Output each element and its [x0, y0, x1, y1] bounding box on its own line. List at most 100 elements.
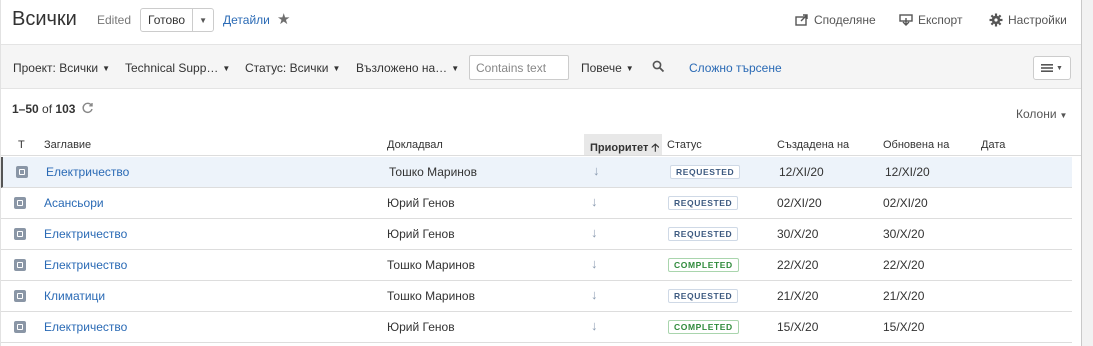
updated-cell: 21/X/20 [883, 289, 925, 303]
priority-low-arrow-icon: ↓ [591, 287, 598, 302]
table-header: T Заглавие Докладвал Приоритет 🡡 Статус … [1, 134, 1081, 158]
issue-type-icon [14, 228, 26, 240]
table-row[interactable]: Електричество Тошко Маринов ↓ REQUESTED … [1, 157, 1072, 188]
col-type[interactable]: T [18, 139, 25, 151]
issue-type-icon [14, 290, 26, 302]
reporter-cell: Юрий Генов [387, 227, 455, 241]
col-priority-label: Приоритет [590, 142, 649, 154]
created-cell: 12/XI/20 [779, 165, 824, 179]
status-badge: REQUESTED [668, 289, 739, 303]
results-range: 1–50 [12, 102, 39, 116]
more-filters-label: Повече [581, 61, 622, 75]
issue-type-icon [14, 197, 26, 209]
updated-cell: 12/XI/20 [885, 165, 930, 179]
page-scrollbar[interactable] [1082, 0, 1093, 346]
save-filter-button[interactable]: Готово ▼ [140, 8, 215, 32]
issue-summary-link[interactable]: Асансьори [44, 196, 104, 210]
settings-button[interactable]: Настройки [989, 13, 1067, 27]
col-status[interactable]: Статус [667, 139, 702, 151]
export-label: Експорт [918, 13, 963, 27]
created-cell: 22/X/20 [777, 258, 819, 272]
updated-cell: 02/XI/20 [883, 196, 928, 210]
issue-summary-link[interactable]: Електричество [46, 165, 129, 179]
updated-cell: 15/X/20 [883, 320, 925, 334]
priority-low-arrow-icon: ↓ [591, 225, 598, 240]
status-badge: COMPLETED [668, 258, 739, 272]
contains-text-input[interactable] [469, 55, 569, 80]
issue-summary-link[interactable]: Електричество [44, 258, 127, 272]
chevron-down-icon: ▼ [1059, 111, 1068, 120]
issue-type-icon [14, 321, 26, 333]
edited-label: Edited [97, 13, 132, 27]
filter-toolbar: Проект: Всички ▼ Technical Supp… ▼ Статус:… [1, 44, 1081, 89]
project-filter-label: Проект: Всички [13, 61, 99, 75]
table-row[interactable]: Електричество Тошко Маринов ↓ COMPLETED … [1, 250, 1072, 281]
layout-menu-button[interactable]: ▼ [1033, 56, 1071, 80]
chevron-down-icon: ▼ [451, 64, 460, 73]
col-reporter[interactable]: Докладвал [387, 139, 443, 151]
export-button[interactable]: Експорт [899, 13, 962, 27]
col-summary[interactable]: Заглавие [44, 139, 91, 151]
hamburger-icon [1041, 64, 1054, 72]
sort-up-arrow-icon: 🡡 [651, 142, 660, 154]
star-icon[interactable]: ★ [277, 10, 290, 28]
type-filter[interactable]: Technical Supp… ▼ [125, 61, 230, 75]
issue-summary-link[interactable]: Електричество [44, 320, 127, 334]
priority-low-arrow-icon: ↓ [591, 256, 598, 271]
details-link[interactable]: Детайли [223, 13, 270, 27]
settings-label: Настройки [1008, 13, 1067, 27]
issue-summary-link[interactable]: Климатици [44, 289, 105, 303]
columns-button[interactable]: Колони ▼ [1016, 107, 1067, 121]
results-count: 1–50 of 103 [12, 102, 75, 116]
advanced-search-link[interactable]: Сложно търсене [689, 61, 782, 75]
chevron-down-icon: ▼ [222, 64, 231, 73]
created-cell: 15/X/20 [777, 320, 819, 334]
table-row[interactable]: Асансьори Юрий Генов ↓ REQUESTED 02/XI/2… [1, 188, 1072, 219]
table-row[interactable]: Електричество Юрий Генов ↓ COMPLETED 15/… [1, 312, 1072, 343]
created-cell: 02/XI/20 [777, 196, 822, 210]
updated-cell: 22/X/20 [883, 258, 925, 272]
issue-navigator: Всички Edited Готово ▼ Детайли ★ Споделя… [0, 0, 1082, 346]
created-cell: 21/X/20 [777, 289, 819, 303]
status-filter-label: Статус: Всички [245, 61, 329, 75]
chevron-down-icon: ▼ [1056, 64, 1063, 72]
col-date[interactable]: Дата [981, 139, 1005, 151]
assignee-filter[interactable]: Възложено на… ▼ [356, 61, 459, 75]
reporter-cell: Юрий Генов [387, 196, 455, 210]
columns-label: Колони [1016, 107, 1057, 121]
more-filters-button[interactable]: Повече ▼ [581, 61, 634, 75]
status-badge: COMPLETED [668, 320, 739, 334]
status-badge: REQUESTED [668, 196, 739, 210]
chevron-down-icon: ▼ [625, 64, 634, 73]
table-row[interactable]: Климатици Тошко Маринов ↓ REQUESTED 21/X… [1, 281, 1072, 312]
priority-low-arrow-icon: ↓ [591, 194, 598, 209]
col-updated[interactable]: Обновена на [883, 139, 949, 151]
issue-type-icon [16, 166, 28, 178]
reporter-cell: Тошко Маринов [387, 289, 475, 303]
issue-summary-link[interactable]: Електричество [44, 227, 127, 241]
status-badge: REQUESTED [670, 165, 741, 179]
share-button[interactable]: Споделяне [795, 13, 876, 27]
table-row[interactable]: Електричество Юрий Генов ↓ REQUESTED 30/… [1, 219, 1072, 250]
project-filter[interactable]: Проект: Всички ▼ [13, 61, 110, 75]
col-priority[interactable]: Приоритет 🡡 [590, 139, 659, 158]
updated-cell: 30/X/20 [883, 227, 925, 241]
created-cell: 30/X/20 [777, 227, 819, 241]
issue-type-icon [14, 259, 26, 271]
assignee-filter-label: Възложено на… [356, 61, 448, 75]
refresh-icon[interactable] [81, 101, 94, 114]
type-filter-label: Technical Supp… [125, 61, 219, 75]
share-icon [795, 14, 808, 26]
results-of: of [42, 102, 53, 116]
page-header: Всички Edited Готово ▼ Детайли ★ Споделя… [1, 0, 1081, 40]
chevron-down-icon: ▼ [332, 64, 341, 73]
status-filter[interactable]: Статус: Всички ▼ [245, 61, 340, 75]
chevron-down-icon[interactable]: ▼ [193, 9, 213, 31]
reporter-cell: Юрий Генов [387, 320, 455, 334]
gear-icon [989, 13, 1003, 27]
search-icon[interactable] [652, 60, 665, 73]
reporter-cell: Тошко Маринов [387, 258, 475, 272]
col-created[interactable]: Създадена на [777, 139, 849, 151]
status-badge: REQUESTED [668, 227, 739, 241]
save-filter-label[interactable]: Готово [141, 9, 194, 31]
